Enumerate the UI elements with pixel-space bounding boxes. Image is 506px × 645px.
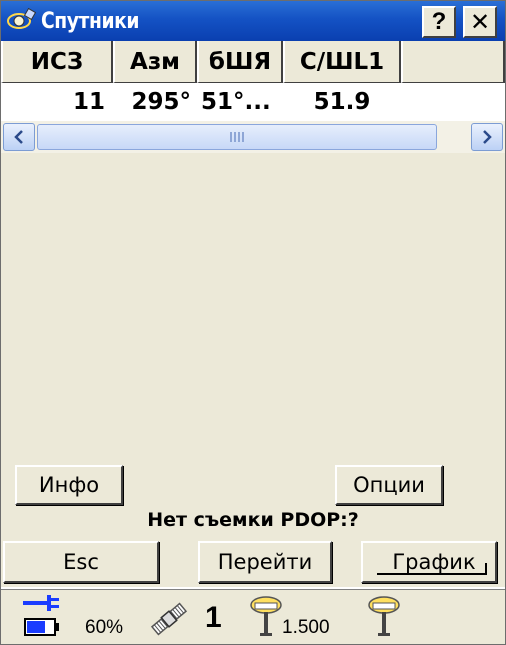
window-title: Спутники <box>41 8 140 34</box>
cell-snr-l1: 51.9 <box>313 89 371 115</box>
cell-elevation: 51°... <box>201 89 271 115</box>
graph-button[interactable]: График <box>361 541 497 583</box>
scroll-left-button[interactable] <box>3 123 35 151</box>
scroll-right-button[interactable] <box>471 123 503 151</box>
antenna-status[interactable] <box>249 595 283 639</box>
column-header-azimuth[interactable]: Азм <box>113 41 197 83</box>
power-plug-icon <box>23 595 59 636</box>
close-button[interactable]: ✕ <box>463 6 497 38</box>
chevron-left-icon <box>14 130 23 144</box>
grip-icon <box>230 132 244 142</box>
antenna-height: 1.500 <box>282 617 330 638</box>
graph-button-label: График <box>392 550 476 574</box>
cell-azimuth: 295° <box>131 89 191 115</box>
cell-sv: 11 <box>72 89 105 115</box>
table-header: ИСЗ Азм бШЯ С/ШL1 <box>1 41 505 83</box>
battery-status[interactable]: 60% <box>23 593 123 641</box>
column-header-sv[interactable]: ИСЗ <box>1 41 113 83</box>
info-button[interactable]: Инфо <box>15 465 123 505</box>
satellite-app-icon <box>1 1 41 41</box>
column-header-snr-l1[interactable]: С/ШL1 <box>283 41 401 83</box>
survey-status-text: Нет съемки PDOP:? <box>147 509 359 531</box>
gnss-receiver-icon <box>250 596 282 636</box>
satellites-table: ИСЗ Азм бШЯ С/ШL1 11 295° 51°... 51.9 <box>1 41 505 153</box>
satellite-icon <box>150 602 188 636</box>
help-button[interactable]: ? <box>422 6 456 38</box>
column-header-elevation[interactable]: бШЯ <box>197 41 283 83</box>
satellites-window: Спутники ? ✕ ИСЗ Азм бШЯ С/ШL1 11 295° 5… <box>0 0 506 645</box>
column-header-extra[interactable] <box>401 41 505 83</box>
graph-underline-icon <box>377 573 487 575</box>
goto-button-label: Перейти <box>217 550 313 574</box>
satellite-status[interactable] <box>149 601 189 637</box>
base-receiver-status[interactable] <box>367 595 401 639</box>
goto-button[interactable]: Перейти <box>198 541 332 583</box>
satellite-count: 1 <box>205 601 222 634</box>
options-button[interactable]: Опции <box>335 465 443 505</box>
horizontal-scrollbar[interactable] <box>1 121 505 153</box>
status-bar: 60% 1 1.500 <box>1 587 505 644</box>
title-bar: Спутники ? ✕ <box>1 1 505 41</box>
gnss-receiver-icon <box>368 596 400 636</box>
esc-button[interactable]: Esc <box>3 541 159 583</box>
battery-percent: 60% <box>85 617 124 638</box>
scroll-thumb[interactable] <box>37 124 437 150</box>
chevron-right-icon <box>483 130 492 144</box>
table-row[interactable]: 11 295° 51°... 51.9 <box>1 84 505 120</box>
